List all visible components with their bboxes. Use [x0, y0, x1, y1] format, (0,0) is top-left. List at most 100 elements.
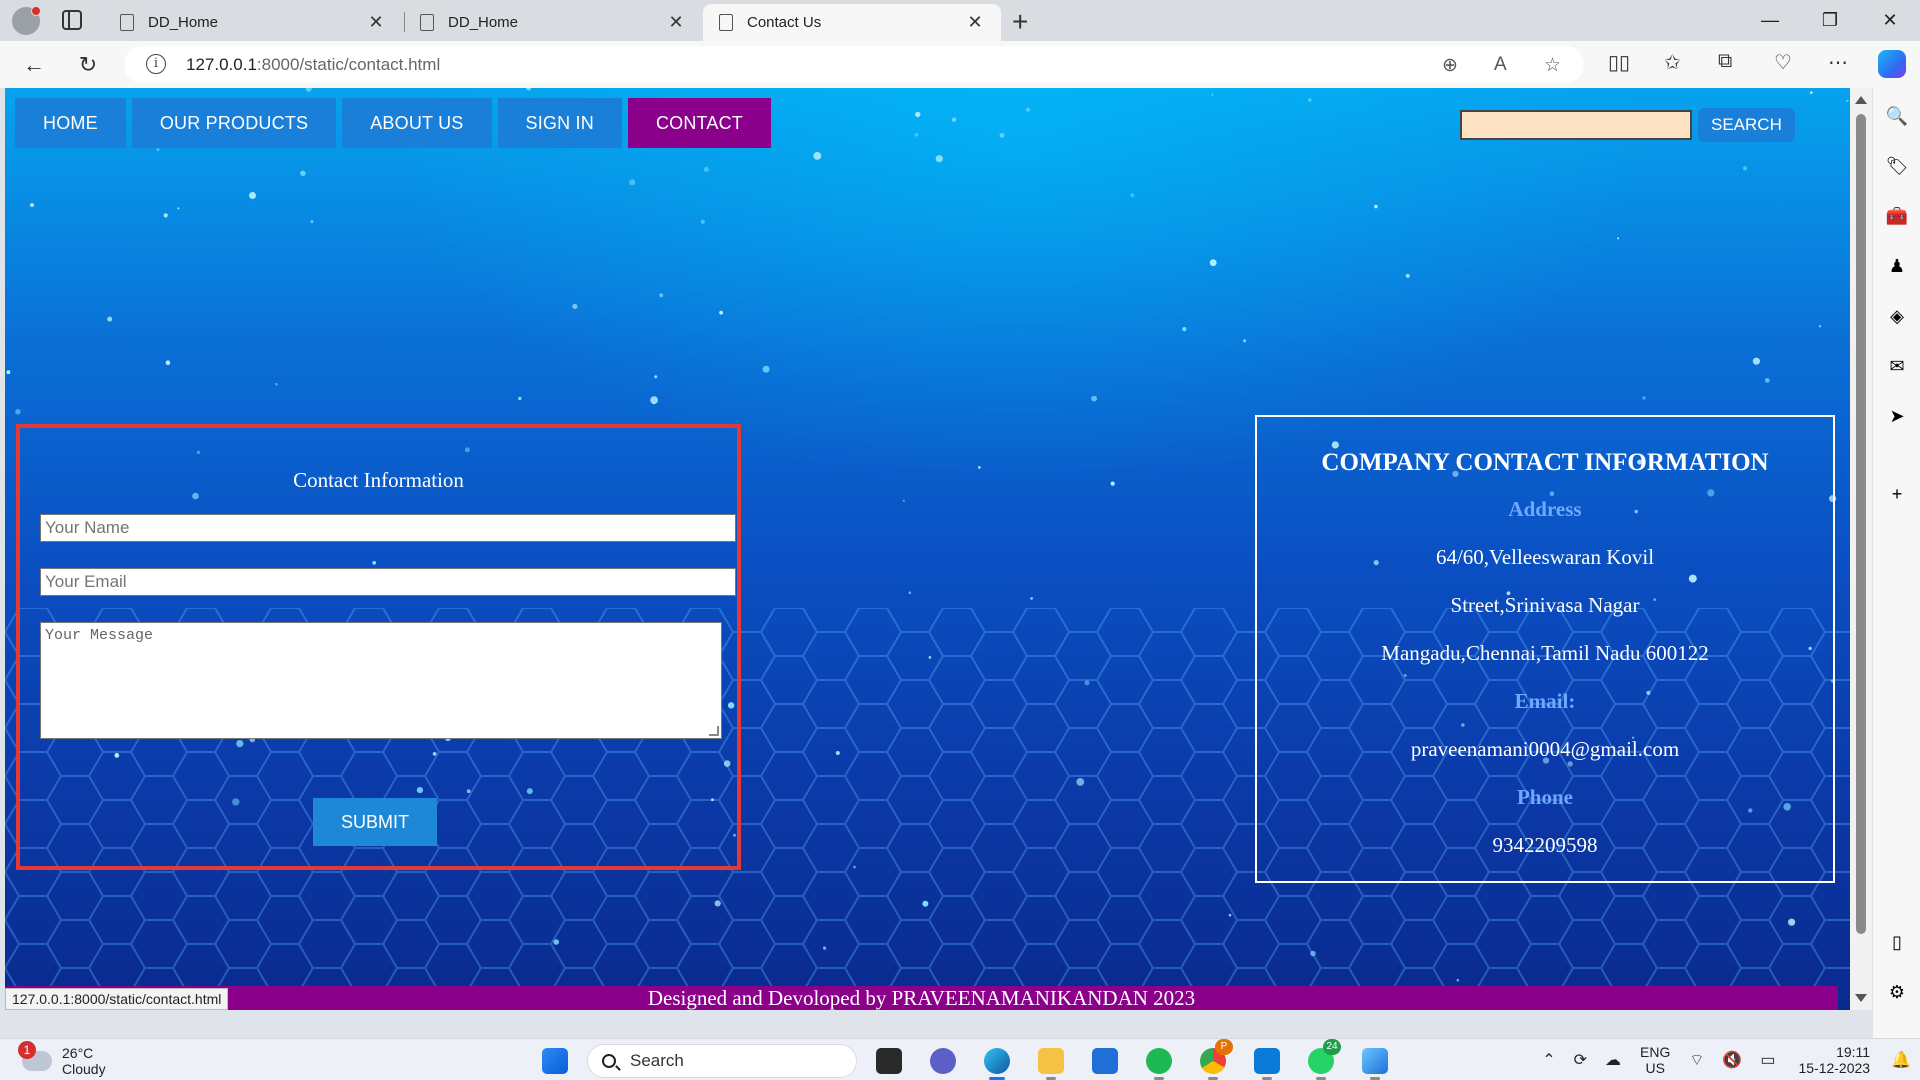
close-tab-icon[interactable]: ✕ — [366, 12, 386, 33]
browser-tab-dd-home-2[interactable]: DD_Home ✕ — [404, 4, 702, 41]
show-hidden-icons-chevron-icon[interactable]: ⌃ — [1542, 1050, 1555, 1070]
nav-sign-in[interactable]: SIGN IN — [497, 98, 622, 148]
search-input[interactable] — [1460, 110, 1692, 140]
start-windows-icon[interactable] — [533, 1043, 577, 1079]
company-contact-card: COMPANY CONTACT INFORMATION Address 64/6… — [1255, 415, 1835, 883]
email-field[interactable] — [40, 568, 736, 596]
nav-about-us[interactable]: ABOUT US — [342, 98, 492, 148]
task-view-icon[interactable] — [867, 1043, 911, 1079]
nav-contact[interactable]: CONTACT — [627, 98, 771, 148]
email-label: Email: — [1514, 689, 1576, 713]
url-text[interactable]: 127.0.0.1:8000/static/contact.html — [186, 55, 440, 75]
whatsapp-notification-badge: 24 — [1323, 1039, 1341, 1055]
sparkle-dot — [1211, 93, 1214, 96]
taskbar-apps: Search P 24 — [528, 1039, 1402, 1080]
windows-taskbar: 1 26°C Cloudy Search P 24 ⌃ ⟳ ☁ ENG US ⌔… — [0, 1038, 1920, 1080]
scroll-thumb[interactable] — [1856, 114, 1866, 934]
sidebar-hide-icon[interactable]: ▯ — [1885, 930, 1909, 954]
tab-actions-icon[interactable] — [62, 10, 82, 30]
browser-essentials-icon[interactable]: ♡ — [1774, 50, 1792, 75]
sidebar-add-icon[interactable]: + — [1885, 482, 1909, 506]
vscode-icon[interactable] — [1245, 1043, 1289, 1080]
refresh-icon[interactable]: ↻ — [72, 49, 104, 81]
microsoft-store-icon[interactable] — [1083, 1043, 1127, 1079]
input-language[interactable]: ENG US — [1640, 1044, 1670, 1076]
battery-icon[interactable]: ▭ — [1760, 1050, 1775, 1070]
zoom-icon[interactable]: ⊕ — [1442, 54, 1458, 77]
clock-date: 15-12-2023 — [1798, 1060, 1871, 1076]
site-info-icon[interactable]: i — [146, 54, 166, 74]
close-tab-icon[interactable]: ✕ — [666, 12, 686, 33]
more-menu-icon[interactable]: ⋯ — [1828, 50, 1848, 75]
taskbar-search-label: Search — [630, 1051, 684, 1070]
clock[interactable]: 19:11 15-12-2023 — [1798, 1044, 1870, 1076]
sparkle-dot — [1084, 680, 1090, 686]
sparkle-dot — [823, 946, 827, 950]
address-bar[interactable]: i 127.0.0.1:8000/static/contact.html ⊕ A… — [124, 46, 1584, 83]
collections-icon[interactable]: ⧉ — [1718, 50, 1732, 73]
sidebar-search-icon[interactable]: 🔍 — [1885, 104, 1909, 128]
restore-icon[interactable]: ❐ — [1800, 0, 1860, 40]
sparkle-dot — [249, 192, 256, 199]
notification-bell-icon[interactable]: 🔔 — [1891, 1050, 1911, 1070]
sidebar-settings-gear-icon[interactable]: ⚙ — [1885, 980, 1909, 1004]
favorite-star-icon[interactable]: ☆ — [1544, 54, 1561, 77]
sparkle-dot — [1818, 325, 1822, 328]
photos-icon[interactable] — [1353, 1043, 1397, 1080]
back-icon[interactable]: ← — [18, 49, 50, 81]
weather-widget[interactable]: 1 26°C Cloudy — [18, 1041, 106, 1077]
close-tab-icon[interactable]: ✕ — [965, 12, 985, 33]
message-textarea[interactable]: Your Message — [40, 622, 722, 739]
sidebar-tools-icon[interactable]: 🧰 — [1885, 204, 1909, 228]
scroll-up-arrow[interactable] — [1855, 96, 1867, 104]
sparkle-dot — [1752, 357, 1760, 365]
email-value: praveenamani0004@gmail.com — [1410, 737, 1680, 761]
browser-tab-contact-us[interactable]: Contact Us ✕ — [703, 4, 1001, 41]
browser-tab-dd-home-1[interactable]: DD_Home ✕ — [104, 4, 402, 41]
teams-chat-icon[interactable] — [921, 1043, 965, 1079]
wifi-icon[interactable]: ⌔ — [1689, 1050, 1704, 1070]
search-button[interactable]: SEARCH — [1698, 108, 1795, 142]
close-window-icon[interactable]: ✕ — [1860, 0, 1920, 40]
sparkle-dot — [1228, 913, 1232, 917]
file-explorer-icon[interactable] — [1029, 1043, 1073, 1080]
sparkle-dot — [762, 365, 770, 373]
edge-browser-icon[interactable] — [975, 1043, 1019, 1080]
profile-avatar-icon[interactable] — [12, 6, 41, 35]
sidebar-shopping-icon[interactable]: 🏷 — [1885, 154, 1909, 178]
taskbar-search[interactable]: Search — [587, 1044, 857, 1078]
sidebar-outlook-icon[interactable]: ✉ — [1885, 354, 1909, 378]
address-line-2: Street,Srinivasa Nagar — [1450, 593, 1640, 617]
new-tab-icon[interactable]: + — [1012, 6, 1028, 38]
sidebar-games-icon[interactable]: ♟ — [1885, 254, 1909, 278]
phone-label: Phone — [1516, 785, 1573, 809]
split-screen-icon[interactable]: ▯▯ — [1608, 50, 1630, 75]
sparkle-dot — [1765, 378, 1770, 383]
resize-grip-icon[interactable] — [709, 726, 719, 736]
language-code: ENG — [1640, 1044, 1671, 1060]
sidebar-drop-icon[interactable]: ➤ — [1885, 404, 1909, 428]
onedrive-offline-icon[interactable]: ☁ — [1605, 1050, 1621, 1070]
chrome-icon[interactable]: P — [1191, 1039, 1235, 1080]
page-scrollbar[interactable] — [1850, 88, 1872, 1010]
nav-our-products[interactable]: OUR PRODUCTS — [131, 98, 337, 148]
sparkle-dot — [1810, 91, 1813, 94]
minimize-icon[interactable]: — — [1740, 0, 1800, 40]
scroll-down-arrow[interactable] — [1855, 994, 1867, 1002]
favorites-icon[interactable]: ✩ — [1664, 50, 1681, 75]
sync-icon[interactable]: ⟳ — [1574, 1050, 1587, 1070]
sidebar-microsoft365-icon[interactable]: ◈ — [1885, 304, 1909, 328]
submit-button[interactable]: SUBMIT — [313, 798, 437, 846]
copilot-icon[interactable] — [1878, 50, 1906, 78]
sparkle-dot — [928, 656, 932, 659]
nav-home[interactable]: HOME — [15, 98, 126, 148]
volume-muted-icon[interactable]: 🔇 — [1722, 1050, 1742, 1070]
name-field[interactable] — [40, 514, 736, 542]
sparkle-dot — [703, 166, 710, 172]
sparkle-dot — [1308, 98, 1312, 102]
sparkle-dot — [650, 396, 658, 404]
whatsapp-icon[interactable]: 24 — [1299, 1039, 1343, 1080]
spotify-icon[interactable] — [1137, 1043, 1181, 1080]
read-aloud-icon[interactable]: A — [1494, 54, 1507, 76]
browser-tab-strip: DD_Home ✕ DD_Home ✕ Contact Us ✕ + — ❐ ✕ — [0, 0, 1920, 41]
